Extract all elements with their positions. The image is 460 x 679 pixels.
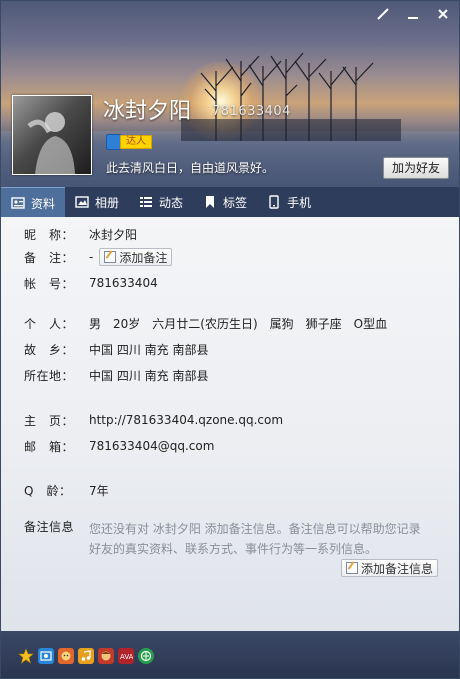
profile-header-cover: 冰封夕阳 781633404 达人 此去清风白日，自由道风景好。 加为好友 xyxy=(1,1,459,187)
browser-icon[interactable] xyxy=(138,648,154,664)
account-row: 帐 号： 781633404 xyxy=(24,274,158,292)
personal-value: 男 20岁 六月廿二(农历生日) 属狗 狮子座 O型血 xyxy=(89,316,388,331)
remark-label: 备 注： xyxy=(24,250,75,265)
tab-label: 资料 xyxy=(31,196,56,211)
account-label: 帐 号： xyxy=(24,276,75,291)
tab-label: 动态 xyxy=(159,195,184,210)
signature: 此去清风白日，自由道风景好。 xyxy=(106,161,275,175)
header-nickname: 冰封夕阳 xyxy=(103,99,192,124)
add-remark-label: 添加备注 xyxy=(119,250,168,265)
hometown-row: 故 乡： 中国 四川 南充 南部县 xyxy=(24,340,208,358)
avatar[interactable] xyxy=(12,95,92,175)
hometown-value: 中国 四川 南充 南部县 xyxy=(89,342,209,357)
photo-album-icon xyxy=(75,195,89,209)
email-row: 邮 箱： 781633404@qq.com xyxy=(24,437,214,455)
header-qq-number: 781633404 xyxy=(212,104,291,119)
profile-details-panel: 昵 称： 冰封夕阳 备 注： - 添加备注 帐 号： 781633404 个 人… xyxy=(1,217,459,631)
remark-info-text: 您还没有对 冰封夕阳 添加备注信息。备注信息可以帮助您记录好友的真实资料、联系方… xyxy=(89,522,421,556)
tab-label: 相册 xyxy=(95,195,120,210)
tab-phone[interactable]: 手机 xyxy=(257,187,321,217)
close-icon[interactable] xyxy=(435,7,451,23)
tab-album[interactable]: 相册 xyxy=(65,187,129,217)
svg-text:AVA: AVA xyxy=(120,653,133,661)
account-value: 781633404 xyxy=(89,276,158,290)
add-remark-button[interactable]: 添加备注 xyxy=(99,248,173,266)
qage-label: Q 龄： xyxy=(24,483,72,498)
remark-value: - xyxy=(89,250,94,264)
pet-icon[interactable] xyxy=(58,648,74,664)
qage-value: 7年 xyxy=(89,483,109,498)
tab-feed[interactable]: 动态 xyxy=(129,187,193,217)
favorite-star-icon[interactable] xyxy=(18,648,34,664)
ava-icon[interactable]: AVA xyxy=(118,648,134,664)
homepage-link[interactable]: http://781633404.qzone.qq.com xyxy=(89,413,283,427)
email-link[interactable]: 781633404@qq.com xyxy=(89,439,214,453)
minimize-icon[interactable] xyxy=(405,7,421,23)
tab-bar: 资料 相册 动态 标签 手机 xyxy=(1,187,459,218)
profile-card-icon xyxy=(11,196,25,210)
tab-label: 手机 xyxy=(287,195,312,210)
nickname-value: 冰封夕阳 xyxy=(89,227,138,242)
add-friend-button[interactable]: 加为好友 xyxy=(383,157,449,179)
bookmark-icon xyxy=(203,195,217,209)
tab-label: 标签 xyxy=(223,195,248,210)
edit-note-icon xyxy=(346,562,358,574)
remark-row: 备 注： - 添加备注 xyxy=(24,248,173,266)
add-remark-info-label: 添加备注信息 xyxy=(361,561,434,576)
add-remark-info-button[interactable]: 添加备注信息 xyxy=(341,559,439,577)
profile-window: 冰封夕阳 781633404 达人 此去清风白日，自由道风景好。 加为好友 资料… xyxy=(0,0,460,679)
location-label: 所在地： xyxy=(24,368,75,383)
hometown-label: 故 乡： xyxy=(24,342,75,357)
email-label: 邮 箱： xyxy=(24,439,75,454)
remark-info-label: 备注信息 xyxy=(24,519,75,534)
game-icon[interactable] xyxy=(98,648,114,664)
personal-label: 个 人： xyxy=(24,316,75,331)
badge-label: 达人 xyxy=(120,135,152,149)
window-controls xyxy=(375,7,451,23)
nickname-label: 昵 称： xyxy=(24,227,75,242)
personal-row: 个 人： 男 20岁 六月廿二(农历生日) 属狗 狮子座 O型血 xyxy=(24,314,387,332)
homepage-row: 主 页： http://781633404.qzone.qq.com xyxy=(24,411,283,429)
location-value: 中国 四川 南充 南部县 xyxy=(89,368,209,383)
brush-icon[interactable] xyxy=(375,7,391,23)
homepage-label: 主 页： xyxy=(24,413,75,428)
bottom-toolbar: AVA xyxy=(1,631,459,678)
tab-tags[interactable]: 标签 xyxy=(193,187,257,217)
app-icons: AVA xyxy=(18,648,154,664)
remark-info-row: 备注信息 xyxy=(24,517,89,535)
talent-badge[interactable]: 达人 xyxy=(106,134,152,150)
phone-icon xyxy=(267,195,281,209)
music-icon[interactable] xyxy=(78,648,94,664)
edit-note-icon xyxy=(104,251,117,263)
location-row: 所在地： 中国 四川 南充 南部县 xyxy=(24,366,208,384)
feed-list-icon xyxy=(139,195,153,209)
qage-row: Q 龄： 7年 xyxy=(24,481,109,499)
qq-show-icon[interactable] xyxy=(38,648,54,664)
nickname-row: 昵 称： 冰封夕阳 xyxy=(24,225,137,243)
tab-profile[interactable]: 资料 xyxy=(1,187,66,218)
